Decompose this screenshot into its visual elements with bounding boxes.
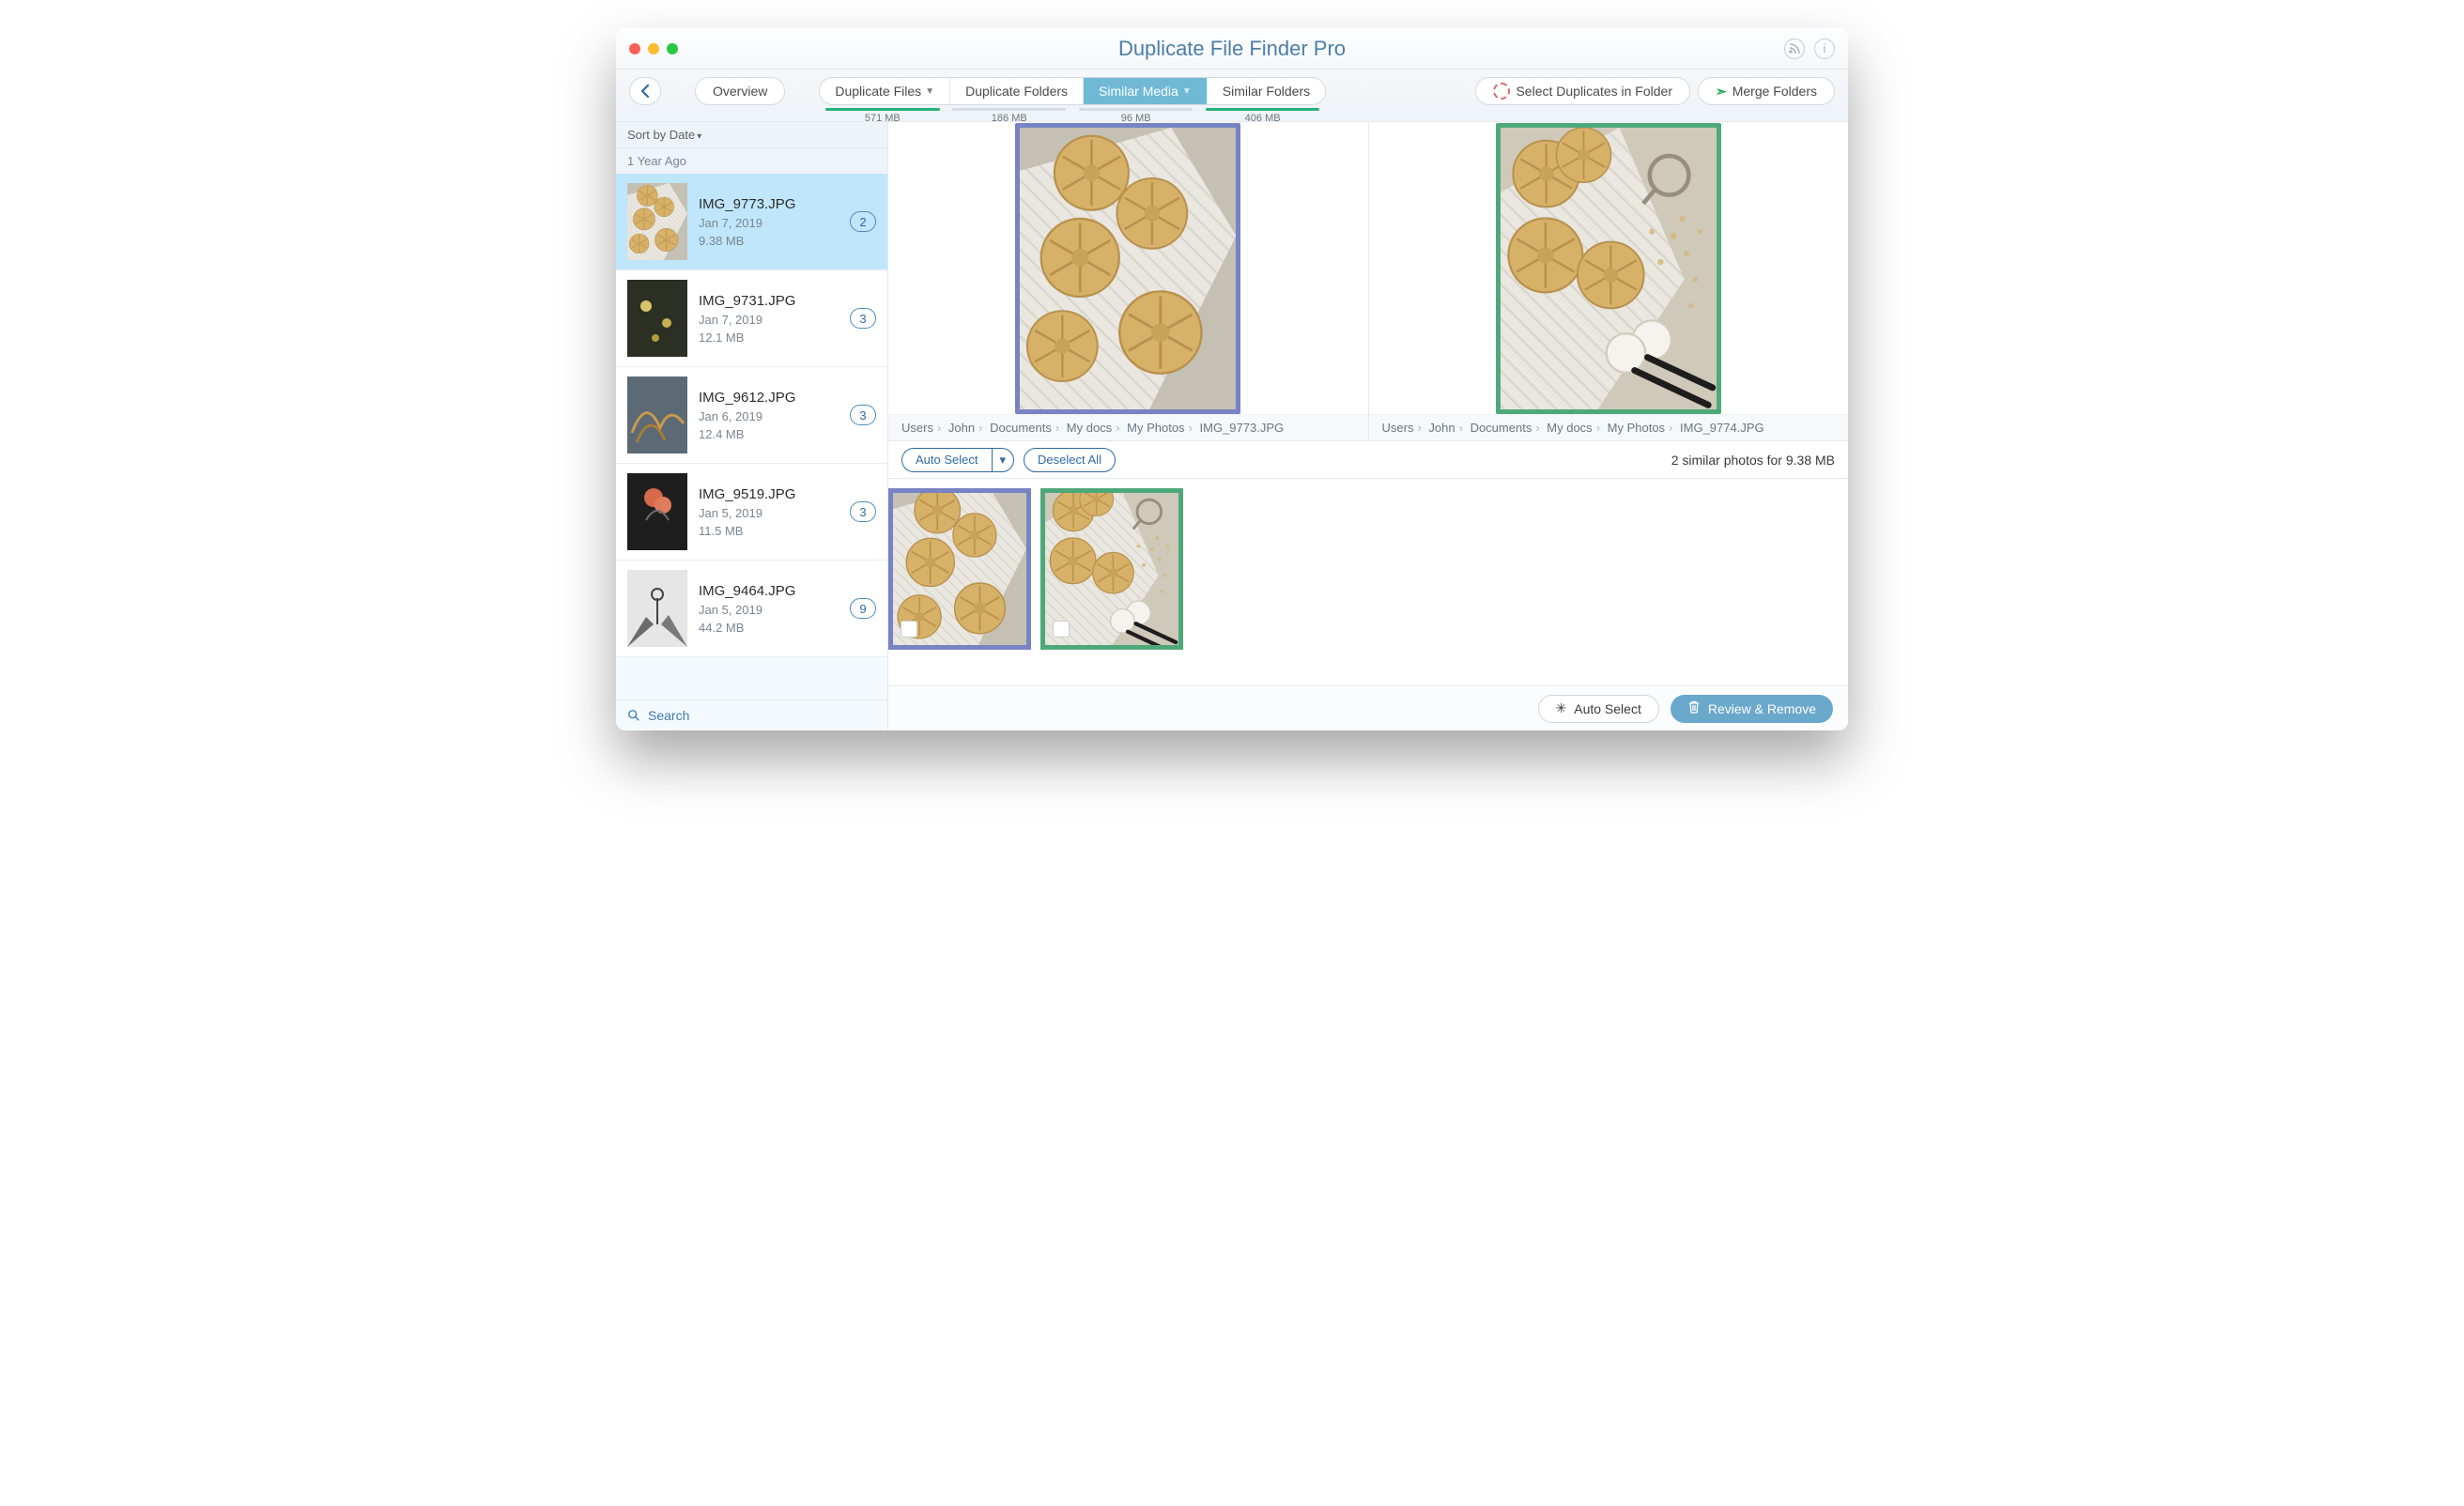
tab-duplicate-files[interactable]: Duplicate Files▼ xyxy=(820,78,950,104)
file-name: IMG_9464.JPG xyxy=(699,583,839,599)
auto-select-button[interactable]: Auto Select xyxy=(901,448,992,472)
thumbnail xyxy=(627,280,687,357)
file-date: Jan 7, 2019 xyxy=(699,313,839,327)
preview-row: Users› John› Documents› My docs› My Phot… xyxy=(888,122,1848,441)
breadcrumb: Users› John› Documents› My docs› My Phot… xyxy=(888,414,1368,440)
trash-icon xyxy=(1687,700,1701,716)
chevron-down-icon: ▼ xyxy=(925,86,934,97)
file-name: IMG_9773.JPG xyxy=(699,196,839,212)
thumbnail xyxy=(627,376,687,453)
list-item[interactable]: IMG_9731.JPG Jan 7, 2019 12.1 MB 3 xyxy=(616,270,887,367)
minimize-window-button[interactable] xyxy=(648,43,659,54)
breadcrumb: Users› John› Documents› My docs› My Phot… xyxy=(1369,414,1849,440)
preview-image[interactable] xyxy=(1496,123,1721,414)
duplicate-count-badge: 3 xyxy=(850,308,876,329)
footer: ✳ Auto Select Review & Remove xyxy=(888,685,1848,730)
preview-cell: Users› John› Documents› My docs› My Phot… xyxy=(888,122,1369,440)
tab-similar-folders[interactable]: Similar Folders xyxy=(1208,78,1325,104)
duplicate-count-badge: 3 xyxy=(850,501,876,522)
list-item[interactable]: IMG_9612.JPG Jan 6, 2019 12.4 MB 3 xyxy=(616,367,887,464)
section-header: 1 Year Ago xyxy=(616,148,887,174)
select-checkbox[interactable] xyxy=(901,621,917,638)
category-segmented: Duplicate Files▼Duplicate FoldersSimilar… xyxy=(819,77,1326,124)
file-size: 12.1 MB xyxy=(699,330,839,345)
file-list: IMG_9773.JPG Jan 7, 2019 9.38 MB 2 IMG_9731.… xyxy=(616,174,887,699)
merge-icon: ➣ xyxy=(1716,84,1727,100)
toolbar: Overview Duplicate Files▼Duplicate Folde… xyxy=(616,69,1848,122)
list-item[interactable]: IMG_9773.JPG Jan 7, 2019 9.38 MB 2 xyxy=(616,174,887,270)
file-size: 44.2 MB xyxy=(699,621,839,635)
file-size: 9.38 MB xyxy=(699,234,839,248)
window-title: Duplicate File Finder Pro xyxy=(616,37,1848,61)
file-date: Jan 5, 2019 xyxy=(699,506,839,520)
chevron-down-icon: ▼ xyxy=(1182,86,1192,97)
file-date: Jan 6, 2019 xyxy=(699,409,839,423)
auto-select-dropdown[interactable]: ▾ xyxy=(992,448,1015,472)
target-icon xyxy=(1493,83,1510,100)
close-window-button[interactable] xyxy=(629,43,640,54)
action-row: Auto Select ▾ Deselect All 2 similar pho… xyxy=(888,441,1848,479)
preview-cell: Users› John› Documents› My docs› My Phot… xyxy=(1369,122,1849,440)
thumbnails-row xyxy=(888,479,1848,685)
file-date: Jan 7, 2019 xyxy=(699,216,839,230)
tab-similar-media[interactable]: Similar Media▼ xyxy=(1084,78,1208,104)
search-icon xyxy=(627,709,640,722)
similar-thumbnail[interactable] xyxy=(1040,488,1183,650)
file-size: 12.4 MB xyxy=(699,427,839,441)
traffic-lights xyxy=(629,43,678,54)
app-window: Duplicate File Finder Pro i Overview Dup… xyxy=(616,28,1848,730)
similar-thumbnail[interactable] xyxy=(888,488,1031,650)
select-checkbox[interactable] xyxy=(1053,621,1070,638)
select-duplicates-button[interactable]: Select Duplicates in Folder xyxy=(1475,77,1690,105)
file-size: 11.5 MB xyxy=(699,524,839,538)
similar-count-status: 2 similar photos for 9.38 MB xyxy=(1671,453,1835,468)
thumbnail xyxy=(627,183,687,260)
titlebar: Duplicate File Finder Pro i xyxy=(616,28,1848,69)
back-button[interactable] xyxy=(629,77,661,105)
info-icon[interactable]: i xyxy=(1814,38,1835,59)
merge-folders-button[interactable]: ➣ Merge Folders xyxy=(1698,77,1835,105)
tab-duplicate-folders[interactable]: Duplicate Folders xyxy=(950,78,1084,104)
overview-button[interactable]: Overview xyxy=(695,77,785,105)
duplicate-count-badge: 9 xyxy=(850,598,876,619)
file-name: IMG_9612.JPG xyxy=(699,390,839,406)
rss-icon[interactable] xyxy=(1784,38,1805,59)
zoom-window-button[interactable] xyxy=(667,43,678,54)
sidebar: Sort by Date▾ 1 Year Ago IMG_9773.JPG Jan… xyxy=(616,122,888,730)
deselect-all-button[interactable]: Deselect All xyxy=(1024,448,1116,472)
main-panel: Users› John› Documents› My docs› My Phot… xyxy=(888,122,1848,730)
thumbnail xyxy=(627,473,687,550)
list-item[interactable]: IMG_9464.JPG Jan 5, 2019 44.2 MB 9 xyxy=(616,561,887,657)
review-remove-button[interactable]: Review & Remove xyxy=(1671,695,1833,723)
footer-auto-select-button[interactable]: ✳ Auto Select xyxy=(1538,695,1659,723)
file-name: IMG_9731.JPG xyxy=(699,293,839,309)
file-name: IMG_9519.JPG xyxy=(699,486,839,502)
duplicate-count-badge: 3 xyxy=(850,405,876,425)
list-item[interactable]: IMG_9519.JPG Jan 5, 2019 11.5 MB 3 xyxy=(616,464,887,561)
auto-select-split: Auto Select ▾ xyxy=(901,448,1014,472)
wand-icon: ✳ xyxy=(1556,700,1567,716)
duplicate-count-badge: 2 xyxy=(850,211,876,232)
preview-image[interactable] xyxy=(1015,123,1240,414)
file-date: Jan 5, 2019 xyxy=(699,603,839,617)
search-input[interactable]: Search xyxy=(616,699,887,730)
thumbnail xyxy=(627,570,687,647)
sort-dropdown[interactable]: Sort by Date▾ xyxy=(616,122,887,148)
